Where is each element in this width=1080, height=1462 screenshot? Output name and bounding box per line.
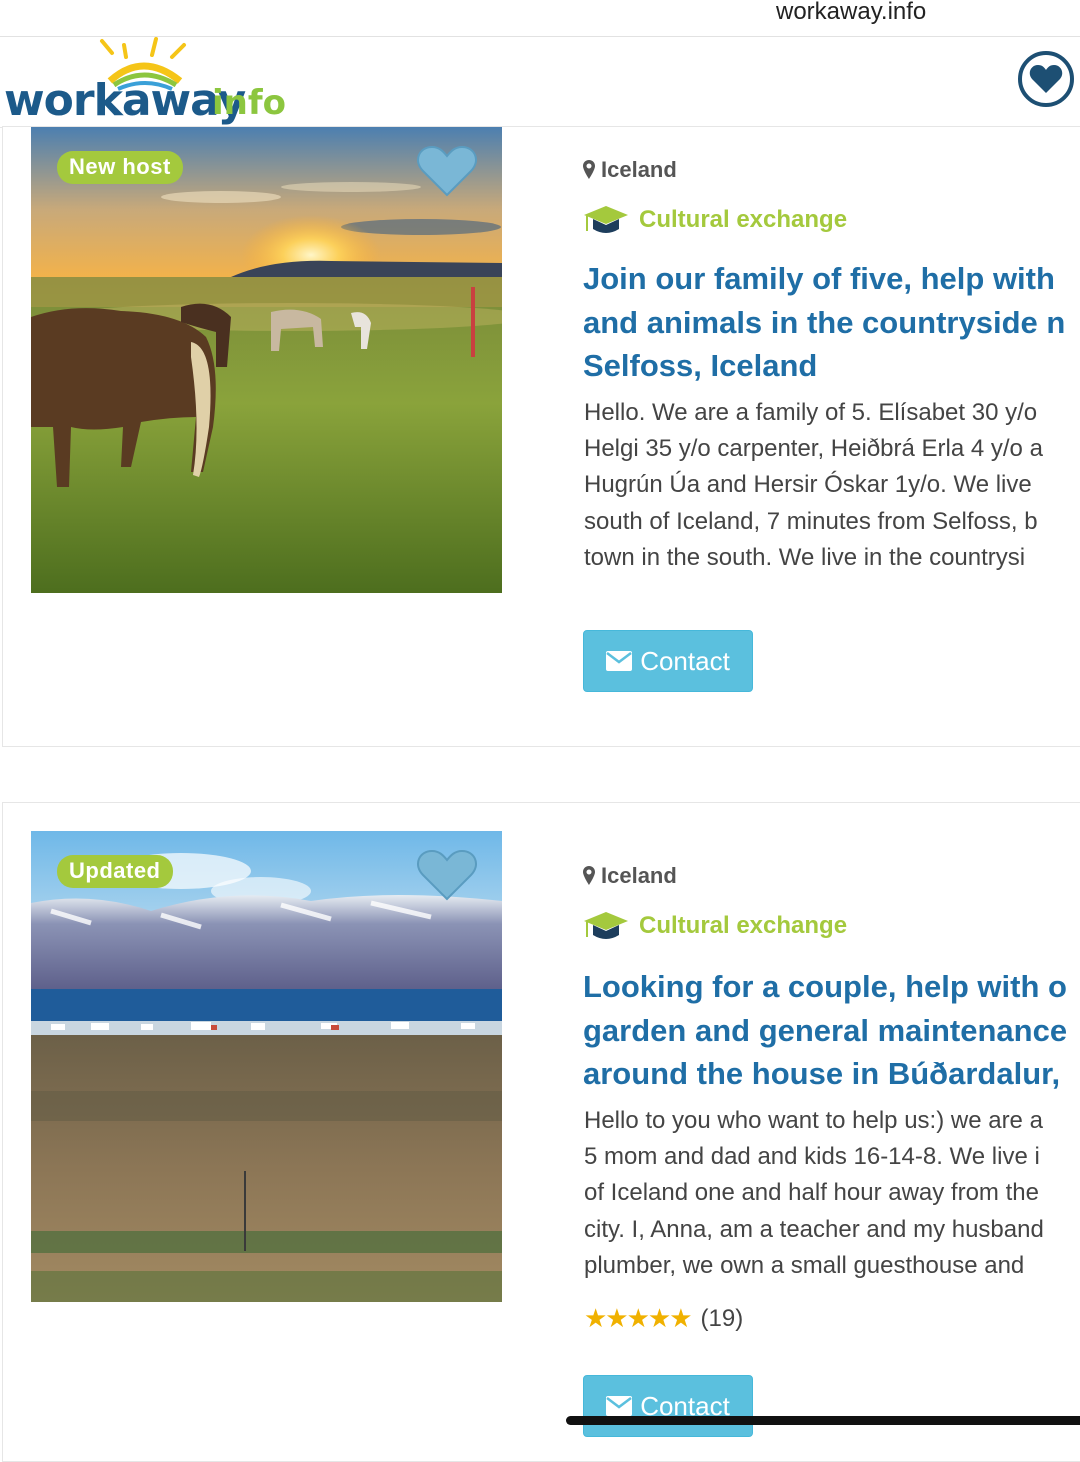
graduation-cap-icon <box>584 912 628 939</box>
listing-card[interactable]: Updated Iceland Cultural exchange Lookin… <box>2 802 1080 1462</box>
title-line[interactable]: Join our family of five, help with <box>583 257 1080 301</box>
title-line[interactable]: around the house in Búðardalur, <box>583 1052 1080 1096</box>
workaway-logo[interactable]: workaway info <box>2 37 292 127</box>
listing-photo[interactable]: New host <box>31 127 502 593</box>
category-text: Cultural exchange <box>639 206 848 233</box>
browser-url-bar[interactable]: workaway.info <box>0 0 1080 37</box>
url-text[interactable]: workaway.info <box>776 0 926 26</box>
desc-line: 5 mom and dad and kids 16-14-8. We live … <box>584 1143 1040 1171</box>
desc-line: Hello. We are a family of 5. Elísabet 30… <box>584 399 1038 426</box>
updated-badge: Updated <box>57 855 173 888</box>
category-text: Cultural exchange <box>639 912 848 939</box>
listing-location: Iceland <box>583 157 677 183</box>
fjord-landscape-photo <box>31 831 502 1302</box>
logo-wordmark: workaway <box>4 75 246 126</box>
listing-card[interactable]: New host Iceland Cultural exchange Join … <box>2 126 1080 747</box>
heart-icon <box>1029 65 1063 93</box>
contact-button[interactable]: Contact <box>583 630 753 692</box>
listing-location: Iceland <box>583 863 677 889</box>
logo-suffix: info <box>212 83 287 123</box>
listing-description: Hello. We are a family of 5. Elísabet 30… <box>584 395 1080 576</box>
favorites-button[interactable] <box>1018 51 1074 107</box>
listing-photo[interactable]: Updated <box>31 831 502 1302</box>
envelope-icon <box>606 651 633 671</box>
listing-title[interactable]: Join our family of five, help with and a… <box>583 257 1080 388</box>
review-count: (19) <box>700 1304 744 1332</box>
map-marker-icon <box>583 866 595 885</box>
desc-line: south of Iceland, 7 minutes from Selfoss… <box>584 507 1038 535</box>
heart-icon[interactable] <box>417 145 477 197</box>
new-host-badge: New host <box>57 151 183 184</box>
desc-line: Hello to you who want to help us:) we ar… <box>584 1107 1043 1134</box>
listing-category: Cultural exchange <box>583 205 847 235</box>
location-text: Iceland <box>601 863 677 888</box>
contact-button[interactable]: Contact <box>583 1375 753 1437</box>
desc-line: Hugrún Úa and Hersir Óskar 1y/o. We live <box>584 471 1032 499</box>
heart-icon[interactable] <box>417 849 477 901</box>
title-line[interactable]: garden and general maintenance <box>583 1009 1080 1053</box>
contact-label[interactable]: Contact <box>640 646 730 677</box>
listing-category: Cultural exchange <box>583 911 847 941</box>
title-line[interactable]: and animals in the countryside n <box>583 301 1080 345</box>
rating[interactable]: ★★★★★ (19) <box>584 1303 743 1334</box>
home-indicator[interactable] <box>566 1416 1080 1425</box>
title-line[interactable]: Selfoss, Iceland <box>583 344 1080 388</box>
listing-description: Hello to you who want to help us:) we ar… <box>584 1103 1080 1284</box>
map-marker-icon <box>583 160 595 179</box>
star-rating-icon: ★★★★★ <box>584 1303 693 1333</box>
desc-line: plumber, we own a small guesthouse and <box>584 1251 1025 1279</box>
location-text: Iceland <box>601 157 677 182</box>
title-line[interactable]: Looking for a couple, help with o <box>583 965 1080 1009</box>
desc-line: of Iceland one and half hour away from t… <box>584 1179 1039 1207</box>
graduation-cap-icon <box>584 206 628 233</box>
desc-line: Helgi 35 y/o carpenter, Heiðbrá Erla 4 y… <box>584 435 1043 463</box>
desc-line: town in the south. We live in the countr… <box>584 543 1026 571</box>
desc-line: city. I, Anna, am a teacher and my husba… <box>584 1215 1044 1243</box>
envelope-icon <box>606 1396 633 1416</box>
listing-title[interactable]: Looking for a couple, help with o garden… <box>583 965 1080 1096</box>
site-header: workaway info <box>0 37 1080 128</box>
